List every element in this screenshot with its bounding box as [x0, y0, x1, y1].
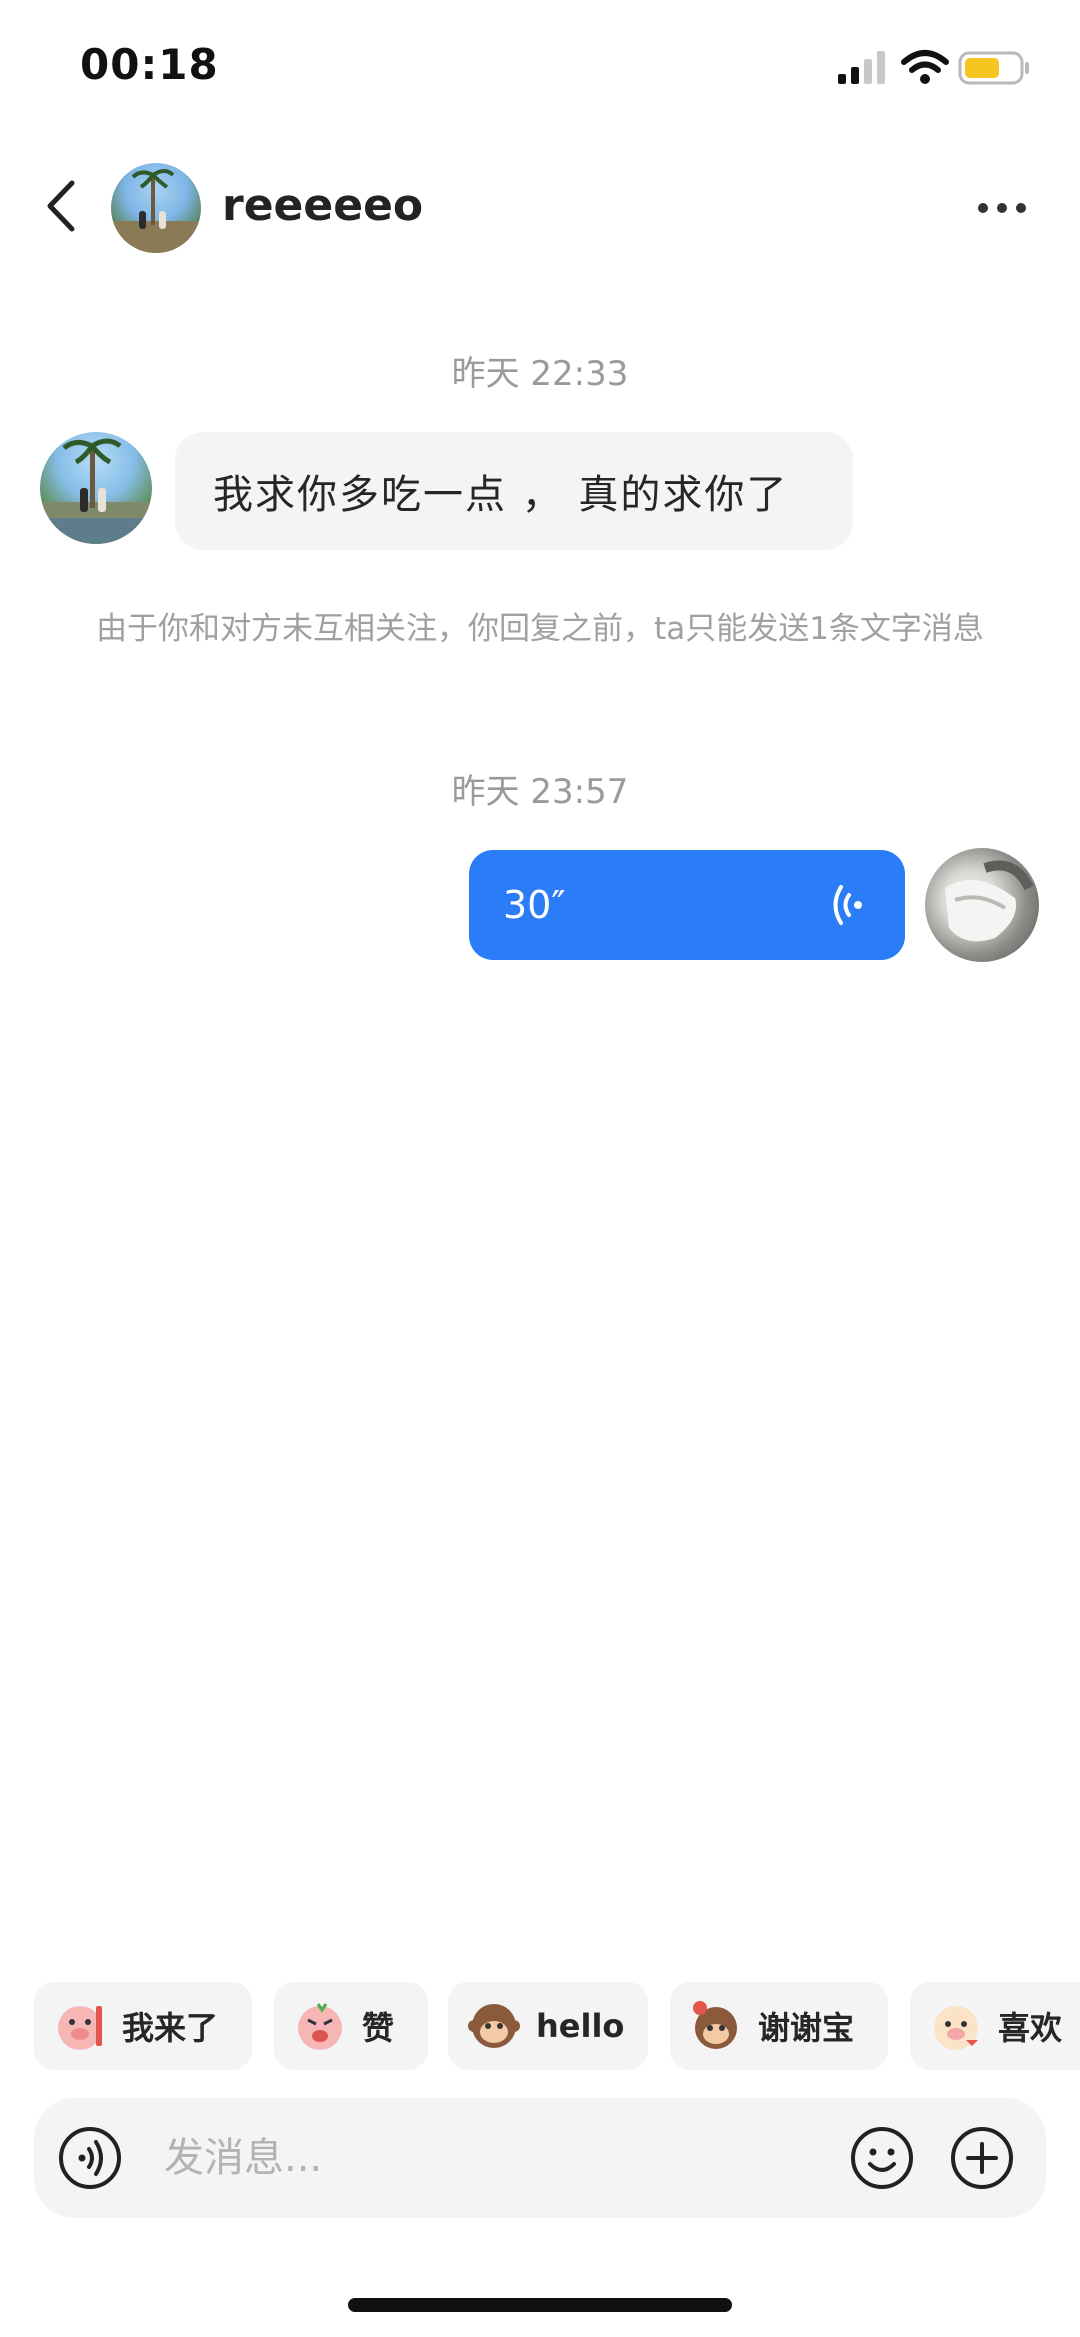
avatar-photo: [111, 169, 201, 253]
quick-reply-chip[interactable]: hello: [448, 1982, 648, 2070]
avatar-photo: [40, 438, 152, 544]
quick-reply-row: 我来了 赞 hello 谢谢宝 喜欢: [34, 1982, 1080, 2070]
voice-wave-icon: [833, 885, 862, 925]
quick-reply-label: 喜欢: [998, 2009, 1063, 2047]
message-timestamp: 昨天 22:33: [451, 354, 629, 394]
avatar-photo: [945, 860, 1034, 942]
plus-circle-icon[interactable]: [950, 2126, 1014, 2190]
quick-reply-label: 我来了: [122, 2009, 219, 2047]
chevron-left-icon: [47, 180, 75, 232]
quick-reply-chip[interactable]: 赞: [274, 1982, 428, 2070]
quick-reply-chip[interactable]: 我来了: [34, 1982, 252, 2070]
pig-sticker-icon: [298, 2003, 342, 2050]
pig-sticker-icon: [58, 2006, 102, 2050]
quick-reply-chip[interactable]: 喜欢: [910, 1982, 1080, 2070]
signal-icon: [838, 51, 885, 84]
my-avatar[interactable]: [925, 848, 1039, 962]
system-notice: 由于你和对方未互相关注，你回复之前，ta只能发送1条文字消息: [96, 611, 984, 647]
message-text: 我求你多吃一点 ， 真的求你了: [213, 472, 789, 518]
quick-reply-chip[interactable]: 谢谢宝: [670, 1982, 888, 2070]
message-input-bar: [34, 2098, 1046, 2218]
quick-reply-label: 谢谢宝: [758, 2009, 855, 2047]
message-input[interactable]: [164, 2122, 864, 2194]
wifi-icon: [901, 50, 949, 84]
quick-reply-label: hello: [536, 2007, 625, 2045]
back-button[interactable]: [36, 176, 86, 236]
peer-avatar[interactable]: [40, 432, 152, 544]
chat-screen: 00:18 reeeeeo 昨天 22:33 我求你多吃一点 ， 真的求你了 由…: [0, 0, 1080, 2337]
peer-text-message[interactable]: 我求你多吃一点 ， 真的求你了: [175, 432, 853, 550]
monkey-sticker-icon: [468, 2004, 520, 2048]
contact-name[interactable]: reeeeeo: [222, 180, 423, 231]
monkey-sticker-icon: [693, 2001, 737, 2049]
more-button[interactable]: [972, 188, 1032, 228]
more-dots-icon: [978, 203, 1026, 213]
voice-duration: 30″: [503, 883, 566, 927]
smiley-icon[interactable]: [850, 2126, 914, 2190]
status-time: 00:18: [80, 40, 219, 89]
home-indicator[interactable]: [348, 2298, 732, 2312]
contact-avatar[interactable]: [111, 163, 201, 253]
message-timestamp: 昨天 23:57: [451, 772, 629, 812]
voice-input-icon[interactable]: [58, 2126, 122, 2190]
my-voice-message[interactable]: 30″: [469, 850, 905, 960]
quick-reply-label: 赞: [362, 2009, 395, 2047]
battery-icon: [958, 51, 1029, 85]
pig-sticker-icon: [934, 2006, 978, 2050]
